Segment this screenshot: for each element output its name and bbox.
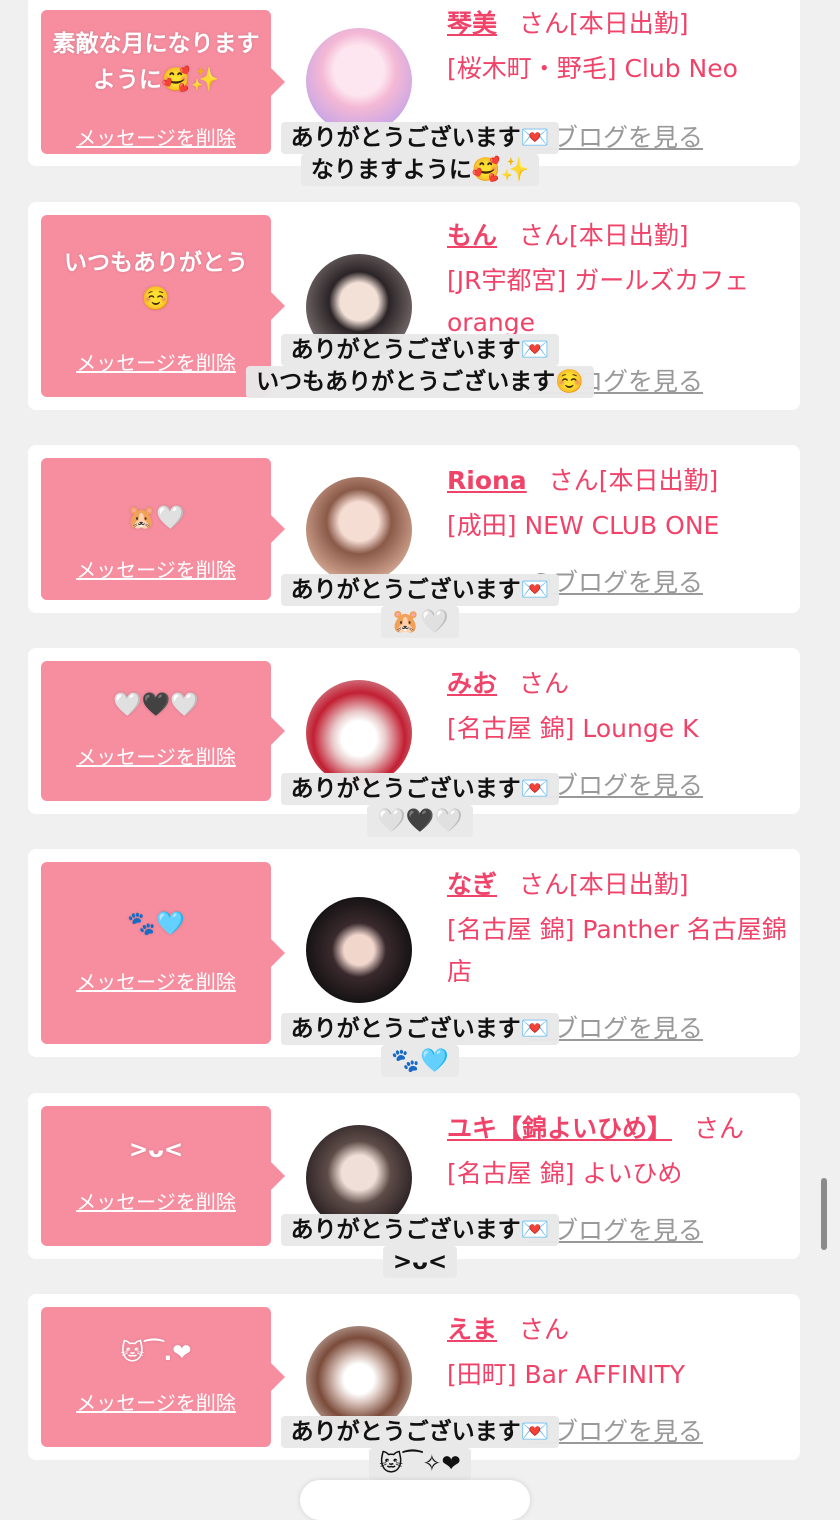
message-card: いつもありがとう☺️ メッセージを削除 もん さん[本日出勤] [JR宇都宮] ガ… (28, 202, 800, 410)
san-label: さん (694, 1114, 745, 1143)
cast-name-link[interactable]: ユキ【錦よいひめ】 (447, 1114, 672, 1143)
message-bubble: 素敵な月になりますように🥰✨ メッセージを削除 (41, 10, 271, 154)
message-card: 素敵な月になりますように🥰✨ メッセージを削除 琴美 さん[本日出勤] [桜木町・… (28, 0, 800, 166)
message-bubble: 🐾🩵 メッセージを削除 (41, 862, 271, 1044)
cast-name-link[interactable]: みお (447, 669, 497, 698)
message-bubble: >ᴗ< メッセージを削除 (41, 1106, 271, 1246)
cast-info: もん さん[本日出勤] [JR宇都宮] ガールズカフェ orange (447, 216, 788, 344)
message-bubble: 🐱⁀.❤︎ メッセージを削除 (41, 1307, 271, 1447)
shop-name: [JR宇都宮] ガールズカフェ orange (447, 266, 750, 337)
san-label: さん (519, 221, 570, 250)
delete-message-link[interactable]: メッセージを削除 (41, 554, 271, 583)
shop-name: [名古屋 錦] Lounge K (447, 714, 699, 743)
status-label: [本日出勤] (569, 9, 689, 38)
san-label: さん (519, 870, 570, 899)
message-card: 🤍🖤🤍 メッセージを削除 みお さん [名古屋 錦] Lounge K のブログを… (28, 648, 800, 814)
message-card: >ᴗ< メッセージを削除 ユキ【錦よいひめ】 さん [名古屋 錦] よいひめ のブ… (28, 1093, 800, 1259)
message-text: 🤍🖤🤍 (113, 692, 199, 718)
avatar[interactable] (306, 1125, 412, 1231)
view-blog-link[interactable]: のブログを見る (528, 1412, 703, 1448)
status-label: [本日出勤] (569, 221, 689, 250)
san-label: さん (548, 466, 599, 495)
avatar[interactable] (306, 254, 412, 360)
message-text: >ᴗ< (128, 1137, 184, 1163)
message-bubble: 🤍🖤🤍 メッセージを削除 (41, 661, 271, 801)
avatar[interactable] (306, 897, 412, 1003)
view-blog-link[interactable]: のブログを見る (528, 766, 703, 802)
cast-name-link[interactable]: Riona (447, 466, 527, 495)
san-label: さん (519, 1315, 570, 1344)
cast-name-link[interactable]: なぎ (447, 870, 497, 899)
delete-message-link[interactable]: メッセージを削除 (41, 1186, 271, 1215)
shop-name: [桜木町・野毛] Club Neo (447, 54, 738, 83)
san-label: さん (519, 669, 570, 698)
message-text: いつもありがとう☺️ (64, 250, 248, 312)
message-card: 🐱⁀.❤︎ メッセージを削除 えま さん [田町] Bar AFFINITY のブ… (28, 1294, 800, 1460)
avatar[interactable] (306, 477, 412, 583)
delete-message-link[interactable]: メッセージを削除 (41, 741, 271, 770)
cast-name-link[interactable]: 琴美 (447, 9, 497, 38)
san-label: さん (519, 9, 570, 38)
delete-message-link[interactable]: メッセージを削除 (41, 1387, 271, 1416)
floating-button[interactable] (300, 1480, 530, 1520)
delete-message-link[interactable]: メッセージを削除 (41, 966, 271, 995)
cast-info: えま さん [田町] Bar AFFINITY (447, 1310, 788, 1396)
message-card: 🐾🩵 メッセージを削除 なぎ さん[本日出勤] [名古屋 錦] Panther 名… (28, 849, 800, 1057)
message-card: 🐹🤍 メッセージを削除 Riona さん[本日出勤] [成田] NEW CLUB … (28, 445, 800, 613)
view-blog-link[interactable]: のブログを見る (528, 1211, 703, 1247)
cast-info: ユキ【錦よいひめ】 さん [名古屋 錦] よいひめ (447, 1109, 788, 1195)
avatar[interactable] (306, 1326, 412, 1432)
cast-info: みお さん [名古屋 錦] Lounge K (447, 664, 788, 750)
message-bubble: いつもありがとう☺️ メッセージを削除 (41, 215, 271, 397)
status-label: [本日出勤] (569, 870, 689, 899)
message-text: 🐹🤍 (127, 505, 185, 531)
message-text: 🐱⁀.❤︎ (120, 1340, 192, 1366)
cast-name-link[interactable]: もん (447, 221, 497, 250)
message-text: 素敵な月になりますように🥰✨ (52, 31, 260, 93)
shop-name: [成田] NEW CLUB ONE (447, 511, 720, 540)
shop-name: [名古屋 錦] Panther 名古屋錦店 (447, 915, 787, 986)
view-blog-link[interactable]: のブログを見る (528, 1009, 703, 1045)
cast-name-link[interactable]: えま (447, 1315, 497, 1344)
view-blog-link[interactable]: のブログを見る (528, 118, 703, 154)
view-blog-link[interactable]: のブログを見る (528, 563, 703, 599)
scrollbar[interactable] (821, 1178, 827, 1250)
avatar[interactable] (306, 680, 412, 786)
cast-info: Riona さん[本日出勤] [成田] NEW CLUB ONE (447, 461, 788, 547)
app-root: { "colors": {"accent":"#f0436a","bubble"… (0, 0, 840, 1520)
cast-info: なぎ さん[本日出勤] [名古屋 錦] Panther 名古屋錦店 (447, 865, 788, 993)
shop-name: [名古屋 錦] よいひめ (447, 1159, 683, 1188)
shop-name: [田町] Bar AFFINITY (447, 1360, 686, 1389)
delete-message-link[interactable]: メッセージを削除 (41, 122, 271, 151)
cast-info: 琴美 さん[本日出勤] [桜木町・野毛] Club Neo (447, 4, 788, 90)
delete-message-link[interactable]: メッセージを削除 (41, 347, 271, 376)
message-bubble: 🐹🤍 メッセージを削除 (41, 458, 271, 600)
status-label: [本日出勤] (598, 466, 719, 495)
avatar[interactable] (306, 28, 412, 134)
view-blog-link[interactable]: のブログを見る (528, 362, 703, 398)
message-text: 🐾🩵 (127, 911, 185, 937)
